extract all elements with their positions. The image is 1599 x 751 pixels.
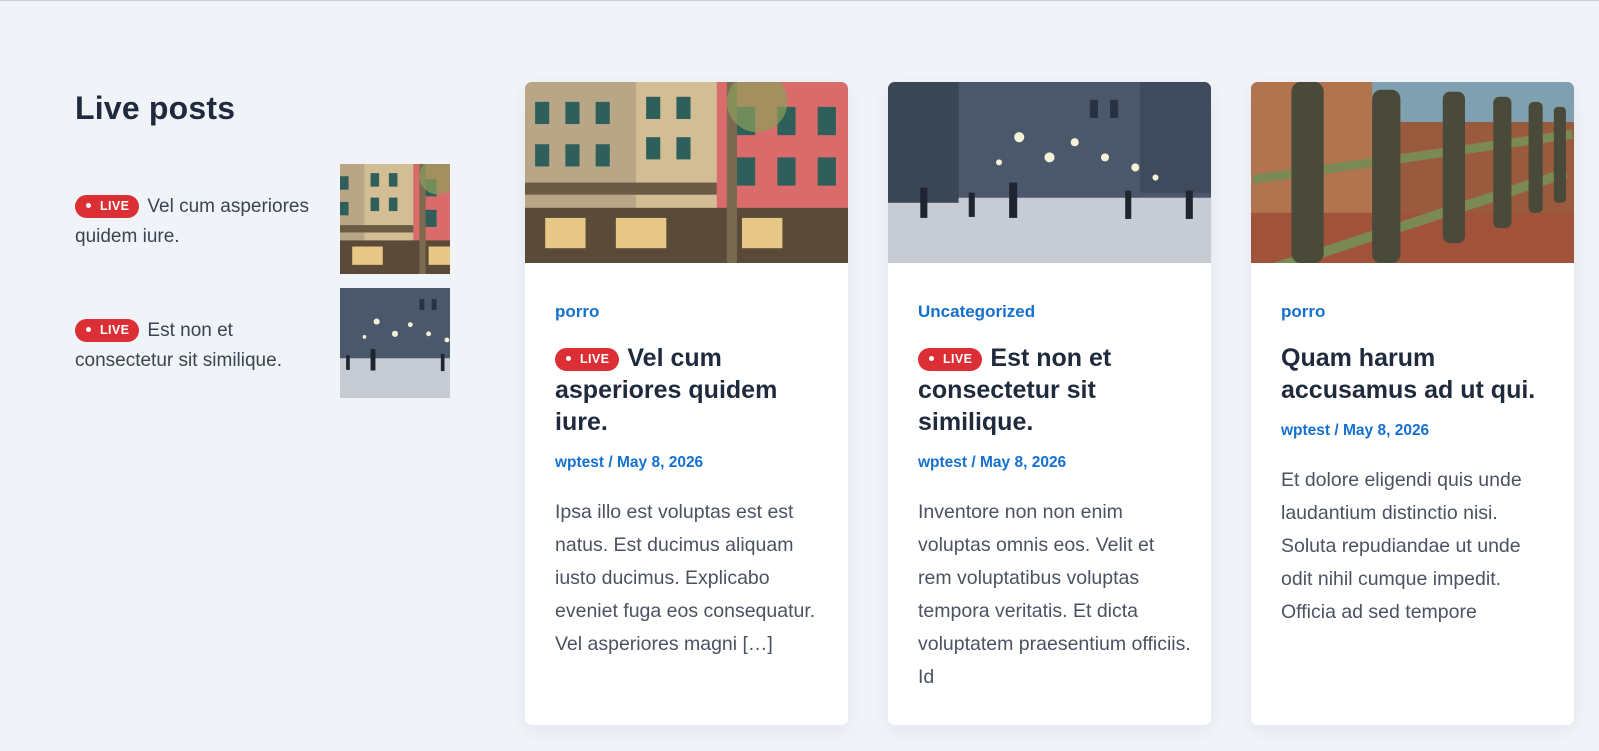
live-dot-icon (86, 203, 91, 208)
sidebar-item-vel-cum[interactable]: LIVE Vel cum asperiores quidem iure. (75, 164, 450, 274)
building-image[interactable] (525, 82, 848, 263)
snowy-street-thumbnail[interactable] (340, 288, 450, 398)
category-link[interactable]: porro (555, 302, 830, 322)
sidebar-item-est-non[interactable]: LIVE Est non et consectetur sit similique… (75, 288, 450, 398)
live-badge: LIVE (75, 319, 140, 342)
post-excerpt: Ipsa illo est voluptas est est natus. Es… (555, 501, 816, 655)
post-title[interactable]: LIVE Vel cum asperiores quidem iure. (555, 342, 830, 438)
post-card-quam-harum: porro Quam harum accusamus ad ut qui. wp… (1251, 82, 1574, 725)
live-posts-sidebar: Live posts LIVE Vel cum asperiores quidem… (75, 90, 450, 398)
post-meta[interactable]: wptest / May 8, 2026 (555, 454, 830, 472)
category-link[interactable]: Uncategorized (918, 302, 1193, 322)
live-dot-icon (86, 327, 91, 332)
building-thumbnail[interactable] (340, 164, 450, 274)
sidebar-item-text[interactable]: LIVE Vel cum asperiores quidem iure. (75, 192, 330, 252)
top-divider (0, 0, 1599, 1)
post-excerpt: Et dolore eligendi quis unde laudantium … (1281, 469, 1522, 623)
sidebar-title: Live posts (75, 90, 236, 126)
post-title[interactable]: Quam harum accusamus ad ut qui. (1281, 342, 1556, 406)
post-title[interactable]: LIVE Est non et consectetur sit similique… (918, 342, 1193, 438)
live-badge: LIVE (555, 348, 620, 371)
post-excerpt: Inventore non non enim voluptas omnis eo… (918, 501, 1191, 688)
post-card-est-non: Uncategorized LIVE Est non et consectetur… (888, 82, 1211, 725)
live-dot-icon (929, 356, 934, 361)
post-meta[interactable]: wptest / May 8, 2026 (918, 454, 1193, 472)
sidebar-item-text[interactable]: LIVE Est non et consectetur sit similique… (75, 316, 330, 376)
post-meta[interactable]: wptest / May 8, 2026 (1281, 422, 1556, 440)
snowy-street-image[interactable] (888, 82, 1211, 263)
category-link[interactable]: porro (1281, 302, 1556, 322)
live-badge: LIVE (918, 348, 983, 371)
live-badge: LIVE (75, 195, 140, 218)
wooden-fence-image[interactable] (1251, 82, 1574, 263)
live-dot-icon (566, 356, 571, 361)
post-card-vel-cum: porro LIVE Vel cum asperiores quidem iure… (525, 82, 848, 725)
